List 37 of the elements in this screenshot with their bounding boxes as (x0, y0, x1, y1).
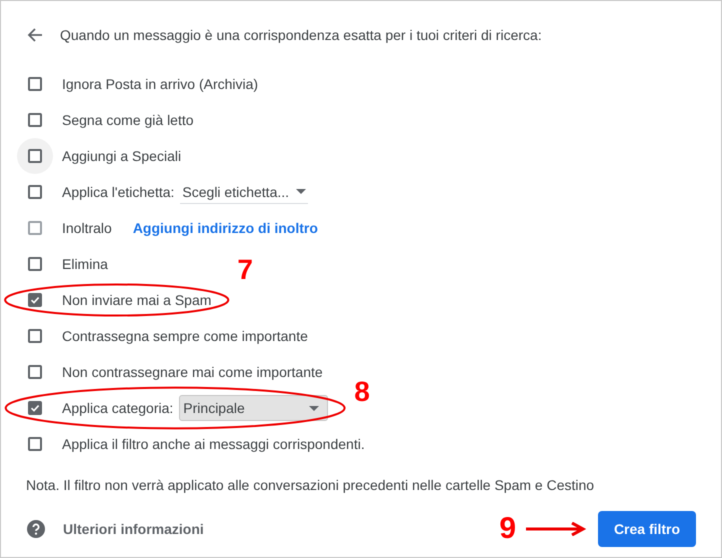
checkbox[interactable] (28, 185, 42, 199)
check-icon (30, 403, 40, 413)
checkbox[interactable] (28, 365, 42, 379)
checkbox[interactable] (28, 77, 42, 91)
option-label: Elimina (62, 256, 108, 272)
annotation-arrow (526, 522, 586, 536)
annotation-number: 7 (237, 254, 253, 286)
create-filter-button[interactable]: Crea filtro (598, 511, 696, 547)
dropdown[interactable]: Scegli etichetta... (180, 180, 308, 204)
caret-icon (309, 406, 320, 410)
annotation-number: 9 (499, 512, 516, 546)
checkbox[interactable] (28, 329, 42, 343)
annotation-number: 8 (354, 376, 370, 408)
back-arrow-icon[interactable] (27, 27, 43, 43)
option-label: Inoltralo (62, 220, 112, 236)
checkbox[interactable] (28, 401, 42, 415)
checkbox[interactable] (28, 437, 42, 451)
checkbox[interactable] (28, 293, 42, 307)
option-label: Applica il filtro anche ai messaggi corrispondenti. (62, 436, 365, 452)
checkbox[interactable] (28, 149, 42, 163)
option-label: Ignora Posta in arrivo (Archivia) (62, 76, 258, 92)
option-label: Aggiungi a Speciali (62, 148, 182, 164)
check-icon (30, 295, 40, 305)
dropdown[interactable]: Principale (179, 395, 328, 421)
option-label: Non inviare mai a Spam (62, 292, 212, 308)
more-info-link[interactable]: Ulteriori informazioni (63, 521, 204, 537)
checkbox[interactable] (28, 113, 42, 127)
option-label: Non contrassegnare mai come importante (62, 364, 323, 380)
criteria-heading: Quando un messaggio è una corrispondenza esatta per i tuoi criteri di ricerca: (60, 27, 542, 43)
option-label: Applica categoria: (62, 400, 174, 416)
help-icon[interactable] (27, 520, 45, 538)
option-label: Contrassegna sempre come importante (62, 328, 308, 344)
checkbox[interactable] (28, 257, 42, 271)
caret-icon (296, 189, 306, 194)
note-text: Nota. Il filtro non verrà applicato alle conversazioni precedenti nelle cartelle Spam e Cestino (25, 477, 596, 493)
option-label: Applica l'etichetta: (62, 184, 174, 200)
option-label: Segna come già letto (62, 112, 194, 128)
